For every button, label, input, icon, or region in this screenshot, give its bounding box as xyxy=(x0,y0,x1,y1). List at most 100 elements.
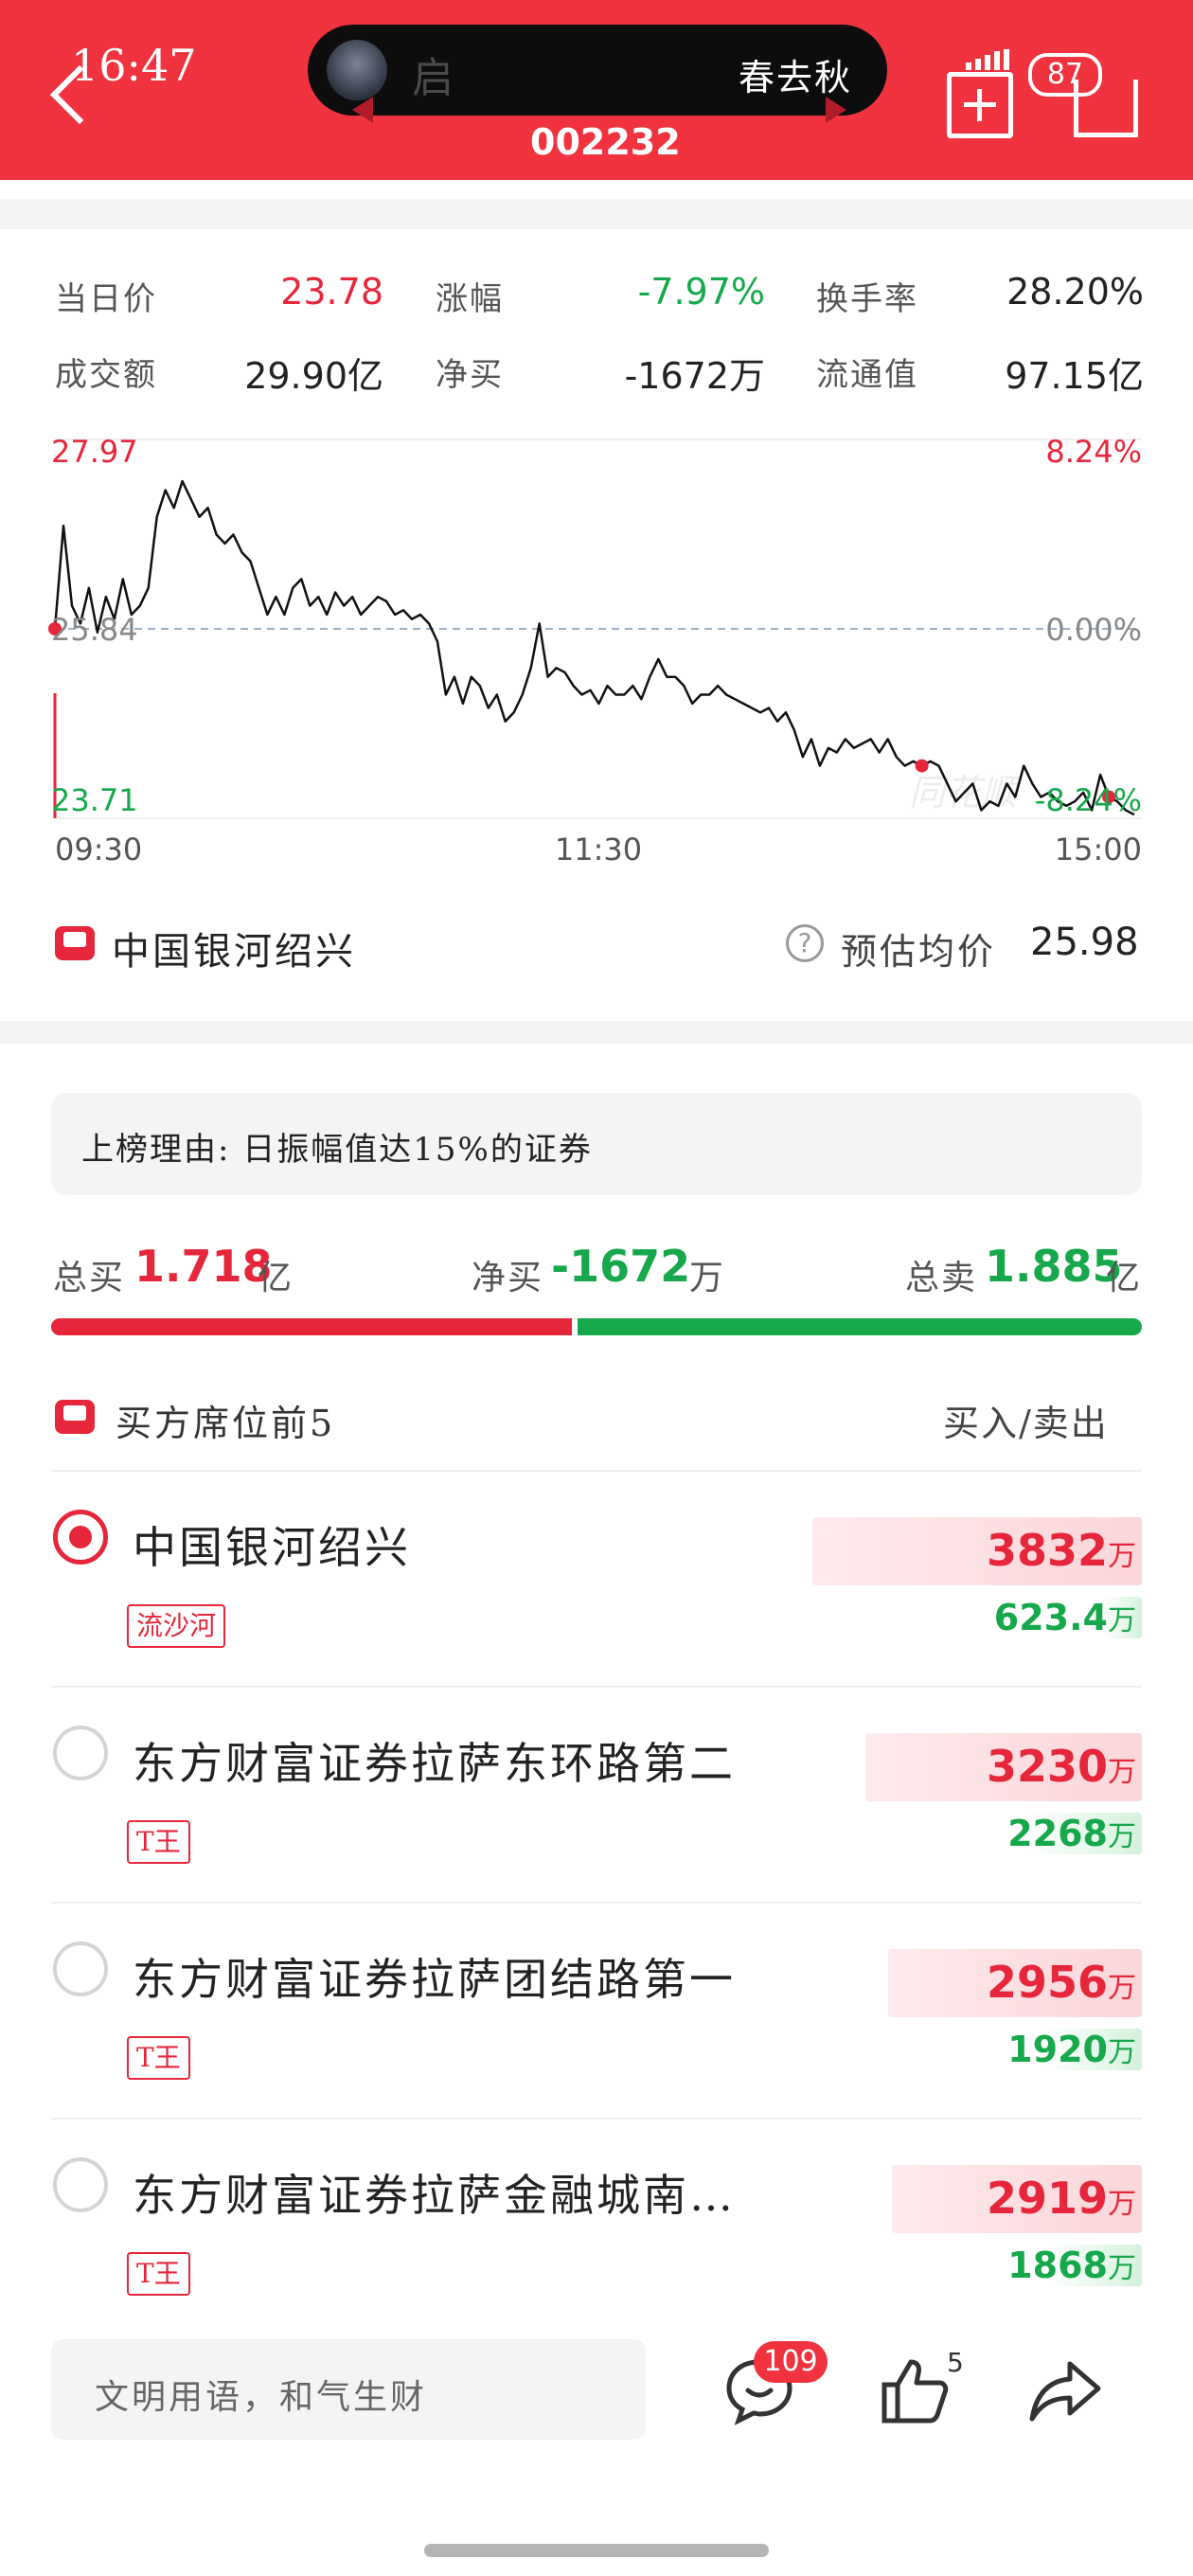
share-box-icon[interactable] xyxy=(1074,80,1138,137)
buy-amount: 3832万 xyxy=(852,1525,1136,1576)
stat-label: 换手率 xyxy=(816,280,918,318)
stat-label: 流通值 xyxy=(816,356,918,394)
trader-tag[interactable]: T王 xyxy=(127,2036,190,2080)
select-radio[interactable] xyxy=(53,2157,108,2212)
buy-amount-number: 2956 xyxy=(986,1957,1108,2008)
avg-price-value: 25.98 xyxy=(1030,921,1139,964)
add-watchlist-icon[interactable] xyxy=(947,72,1013,138)
divider xyxy=(51,1470,1142,1472)
x-axis-label: 15:00 xyxy=(1055,832,1142,868)
buy-amount: 2919万 xyxy=(852,2173,1136,2224)
x-axis-label: 11:30 xyxy=(555,832,642,868)
seat-name[interactable]: 东方财富证券拉萨金融城南… xyxy=(133,2161,736,2224)
help-icon[interactable]: ? xyxy=(786,924,824,962)
seat-name[interactable]: 东方财富证券拉萨东环路第二 xyxy=(133,1729,736,1792)
sell-amount-number: 1920 xyxy=(1007,2029,1108,2070)
select-radio[interactable] xyxy=(53,1726,108,1780)
trader-tag[interactable]: T王 xyxy=(127,2252,190,2296)
comment-count-badge: 109 xyxy=(754,2341,828,2383)
stat-value: -7.97% xyxy=(637,271,765,313)
stat-label: 净买 xyxy=(436,356,504,394)
pct-low-label: -8.24% xyxy=(1035,782,1142,818)
total-buy-value: 1.718 xyxy=(134,1241,273,1292)
seat-name[interactable]: 东方财富证券拉萨团结路第一 xyxy=(133,1945,736,2008)
select-radio[interactable] xyxy=(53,1510,108,1565)
buy-amount: 2956万 xyxy=(852,1957,1136,2008)
trader-tag[interactable]: T王 xyxy=(127,1820,190,1864)
buy-amount-number: 3832 xyxy=(986,1525,1108,1576)
seller-name: 中国银河绍兴 xyxy=(112,930,356,974)
comment-input[interactable]: 文明用语，和气生财 xyxy=(51,2339,646,2440)
sell-amount: 623.4万 xyxy=(852,1597,1136,1638)
buyers-section-title: 买方席位前5 xyxy=(116,1403,336,1444)
buy-amount: 3230万 xyxy=(852,1741,1136,1792)
like-count: 5 xyxy=(947,2347,964,2378)
sell-amount-number: 2268 xyxy=(1007,1813,1108,1854)
divider-band xyxy=(0,199,1193,229)
divider xyxy=(51,2118,1142,2120)
trade-marker xyxy=(915,759,929,773)
next-stock-arrow-icon[interactable] xyxy=(826,97,846,123)
net-buy-label: 净买 xyxy=(472,1259,544,1297)
unit: 万 xyxy=(1108,2036,1136,2069)
buy-amount-number: 3230 xyxy=(986,1741,1108,1792)
sell-amount: 1868万 xyxy=(852,2245,1136,2286)
total-sell-unit: 亿 xyxy=(1106,1259,1143,1297)
live-pill[interactable]: 启 春去秋 xyxy=(308,25,887,116)
reason-text: 上榜理由: 日振幅值达15%的证券 xyxy=(81,1131,593,1169)
unit: 万 xyxy=(1108,1972,1136,2005)
divider-band-2 xyxy=(0,1021,1193,1044)
share-icon[interactable] xyxy=(1028,2358,1102,2424)
signal-bars-icon xyxy=(966,49,1023,70)
stat-label: 涨幅 xyxy=(436,280,504,318)
pct-high-label: 8.24% xyxy=(1045,434,1142,470)
home-indicator[interactable] xyxy=(424,2544,769,2557)
avg-price-label: 预估均价 xyxy=(841,931,997,973)
total-sell-value: 1.885 xyxy=(985,1241,1123,1292)
net-buy-value: -1672 xyxy=(551,1241,691,1292)
y-axis-mid-label: 25.84 xyxy=(51,612,138,648)
select-radio[interactable] xyxy=(53,1941,108,1996)
total-buy-unit: 亿 xyxy=(258,1259,294,1297)
stat-value: 23.78 xyxy=(280,271,383,313)
pill-text: 春去秋 xyxy=(739,57,853,98)
y-axis-low-label: 23.71 xyxy=(51,782,138,818)
unit: 万 xyxy=(1108,1604,1136,1637)
total-buy-label: 总买 xyxy=(53,1259,126,1297)
sell-amount: 1920万 xyxy=(852,2029,1136,2070)
stat-value: -1672万 xyxy=(624,355,765,397)
stat-label: 成交额 xyxy=(55,356,157,394)
sell-amount-number: 1868 xyxy=(1007,2245,1108,2286)
seat-name[interactable]: 中国银河绍兴 xyxy=(133,1513,411,1576)
total-sell-label: 总卖 xyxy=(905,1259,978,1297)
sofa-icon xyxy=(55,1400,95,1434)
intraday-chart: 同花顺27.9725.8423.718.24%0.00%-8.24%09:30 1… xyxy=(48,434,1142,868)
net-buy-unit: 万 xyxy=(689,1259,726,1297)
buy-ratio-bar xyxy=(51,1318,572,1335)
sell-ratio-bar xyxy=(578,1318,1142,1335)
pct-mid-label: 0.00% xyxy=(1045,612,1142,648)
comment-placeholder: 文明用语，和气生财 xyxy=(95,2378,428,2417)
divider xyxy=(51,1902,1142,1904)
stat-value: 28.20% xyxy=(1006,271,1144,313)
unit: 万 xyxy=(1108,2188,1136,2221)
price-line xyxy=(53,479,1135,816)
stat-value: 97.15亿 xyxy=(1005,355,1144,397)
sell-amount-number: 623.4 xyxy=(993,1597,1108,1638)
like-icon[interactable] xyxy=(879,2354,951,2426)
unit: 万 xyxy=(1108,1540,1136,1573)
divider xyxy=(51,1686,1142,1688)
buy-amount-number: 2919 xyxy=(986,2173,1108,2224)
buy-sell-toggle[interactable]: 买入/卖出 xyxy=(943,1394,1109,1446)
prev-stock-arrow-icon[interactable] xyxy=(352,97,373,123)
trader-tag[interactable]: 流沙河 xyxy=(127,1604,226,1648)
unit: 万 xyxy=(1108,1756,1136,1789)
unit: 万 xyxy=(1108,2252,1136,2285)
x-axis-label: 09:30 xyxy=(55,832,142,868)
sofa-icon xyxy=(55,926,95,960)
y-axis-high-label: 27.97 xyxy=(51,434,138,470)
avatar xyxy=(327,40,387,100)
stock-code: 002232 xyxy=(530,121,681,163)
reason-box: 上榜理由: 日振幅值达15%的证券 xyxy=(51,1093,1142,1195)
stat-label: 当日价 xyxy=(55,280,157,318)
